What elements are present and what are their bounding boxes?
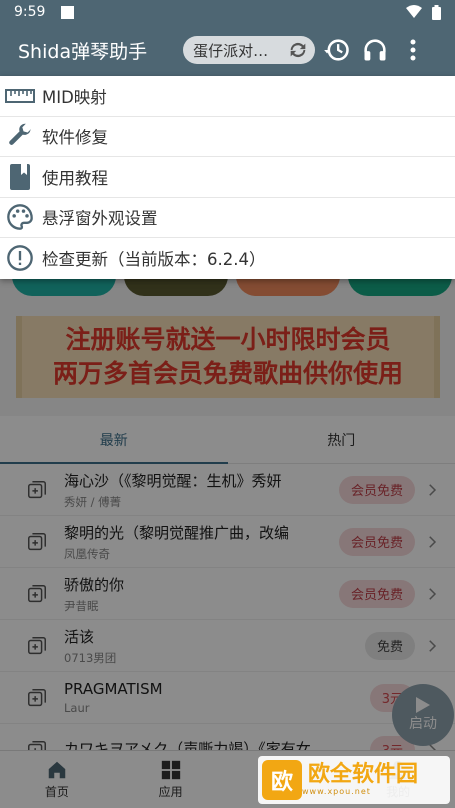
menu-item-label: 悬浮窗外观设置 — [42, 209, 158, 229]
clock: 9:59 — [14, 4, 46, 20]
sync-icon[interactable] — [287, 39, 309, 61]
wrench-icon — [4, 120, 36, 152]
headphones-icon[interactable] — [359, 34, 391, 66]
notification-icon — [61, 5, 75, 19]
wifi-icon — [406, 5, 422, 18]
menu-item-label: 软件修复 — [42, 128, 108, 148]
menu-item-mid-mapping[interactable]: MID映射 — [0, 76, 455, 117]
status-bar: 9:59 — [0, 0, 455, 24]
watermark-url: www.xpou.net — [302, 787, 371, 796]
menu-item-label: 检查更新（当前版本：6.2.4） — [42, 250, 266, 270]
menu-item-check-update[interactable]: 检查更新（当前版本：6.2.4） — [0, 238, 455, 279]
book-icon — [4, 161, 36, 193]
history-icon[interactable] — [321, 34, 353, 66]
menu-item-tutorial[interactable]: 使用教程 — [0, 157, 455, 198]
overflow-menu: MID映射 软件修复 使用教程 悬浮窗外观设置 检查更新（当前版本：6.2.4） — [0, 76, 455, 279]
current-song-selector[interactable]: 蛋仔派对… — [183, 36, 316, 64]
menu-item-label: MID映射 — [42, 87, 107, 107]
menu-item-software-repair[interactable]: 软件修复 — [0, 117, 455, 157]
battery-icon — [432, 4, 441, 20]
current-song-label: 蛋仔派对… — [193, 41, 269, 60]
site-watermark: 欧 欧全软件园 www.xpou.net — [258, 756, 450, 804]
ruler-icon — [4, 80, 36, 112]
watermark-logo-text: 欧 — [270, 770, 293, 795]
watermark-logo: 欧 — [262, 760, 302, 800]
info-icon — [4, 242, 36, 274]
more-vert-icon[interactable] — [397, 34, 429, 66]
watermark-text: 欧全软件园 — [308, 762, 419, 787]
menu-item-floating-window-settings[interactable]: 悬浮窗外观设置 — [0, 198, 455, 238]
app-bar: Shida弹琴助手 蛋仔派对… — [0, 24, 455, 76]
app-title: Shida弹琴助手 — [18, 40, 148, 63]
palette-icon — [4, 201, 36, 233]
menu-item-label: 使用教程 — [42, 168, 108, 188]
